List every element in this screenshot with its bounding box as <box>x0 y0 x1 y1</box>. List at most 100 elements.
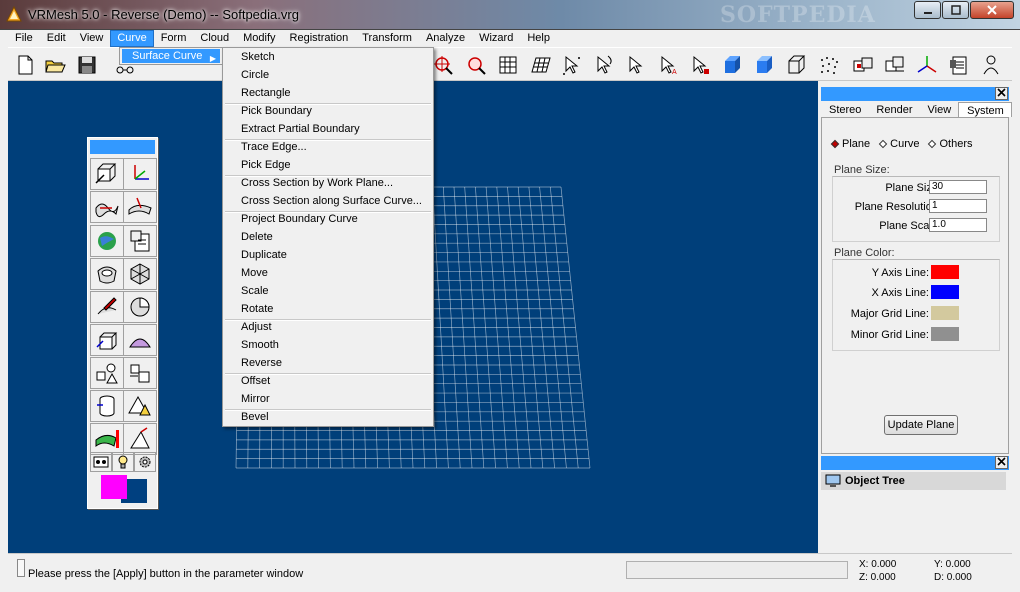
update-plane-button[interactable]: Update Plane <box>884 415 958 435</box>
radio-curve[interactable]: Curve <box>878 138 919 150</box>
menu-item-duplicate[interactable]: Duplicate <box>225 247 431 264</box>
tool-measure[interactable] <box>123 423 157 455</box>
menu-cloud[interactable]: Cloud <box>193 30 236 47</box>
settings-button[interactable] <box>946 52 972 78</box>
foreground-color-swatch[interactable] <box>101 475 127 499</box>
tool-small-a[interactable] <box>90 452 112 472</box>
select-lasso-button[interactable]: A <box>655 52 681 78</box>
radio-plane[interactable]: Plane <box>830 138 870 150</box>
minor-grid-color-swatch[interactable] <box>931 327 959 341</box>
plane-scale-input[interactable]: 1.0 <box>929 218 987 232</box>
tab-stereo[interactable]: Stereo <box>821 102 868 117</box>
menu-file[interactable]: File <box>8 30 40 47</box>
x-axis-color-swatch[interactable] <box>931 285 959 299</box>
menu-item-surface-curve[interactable]: Surface Curve ▶ <box>122 49 220 63</box>
menu-item-extract-partial-boundary[interactable]: Extract Partial Boundary <box>225 121 431 138</box>
tool-globe[interactable] <box>90 225 124 257</box>
menu-transform[interactable]: Transform <box>355 30 419 47</box>
tool-patch[interactable] <box>90 258 124 290</box>
tool-axis[interactable] <box>123 158 157 190</box>
object-tree-root[interactable]: Object Tree <box>821 472 1006 490</box>
select-curve-button[interactable] <box>591 52 617 78</box>
new-file-button[interactable] <box>12 52 38 78</box>
menu-item-rotate[interactable]: Rotate <box>225 301 431 318</box>
menu-item-adjust[interactable]: Adjust <box>225 319 431 336</box>
palette-title-bar[interactable] <box>90 140 155 154</box>
save-file-button[interactable] <box>74 52 100 78</box>
menu-item-trace-edge[interactable]: Trace Edge... <box>225 139 431 156</box>
panel-close-button[interactable] <box>995 87 1008 100</box>
menu-modify[interactable]: Modify <box>236 30 282 47</box>
tool-hexagon[interactable] <box>123 258 157 290</box>
menu-registration[interactable]: Registration <box>283 30 356 47</box>
menu-item-cross-section-along-surface-curve[interactable]: Cross Section along Surface Curve... <box>225 193 431 210</box>
menu-item-move[interactable]: Move <box>225 265 431 282</box>
menu-analyze[interactable]: Analyze <box>419 30 472 47</box>
point-cloud-button[interactable] <box>816 52 842 78</box>
menu-item-scale[interactable]: Scale <box>225 283 431 300</box>
menu-item-reverse[interactable]: Reverse <box>225 355 431 372</box>
tool-color-map[interactable] <box>90 423 124 455</box>
tool-cylinder[interactable] <box>90 390 124 422</box>
tool-pen-sketch[interactable] <box>90 291 124 323</box>
tool-mound[interactable] <box>123 324 157 356</box>
select-points-button[interactable] <box>559 52 585 78</box>
menu-view[interactable]: View <box>73 30 111 47</box>
menu-item-pick-boundary[interactable]: Pick Boundary <box>225 103 431 120</box>
plane-size-input[interactable]: 30 <box>929 180 987 194</box>
menu-item-smooth[interactable]: Smooth <box>225 337 431 354</box>
help-button[interactable] <box>978 52 1004 78</box>
object-tree-close-button[interactable] <box>995 456 1008 469</box>
perspective-grid-button[interactable] <box>528 52 554 78</box>
menu-wizard[interactable]: Wizard <box>472 30 520 47</box>
tool-move-view[interactable] <box>90 158 124 190</box>
maximize-button[interactable] <box>942 1 969 19</box>
plane-resolution-input[interactable]: 1 <box>929 199 987 213</box>
menu-help[interactable]: Help <box>520 30 557 47</box>
menu-item-project-boundary-curve[interactable]: Project Boundary Curve <box>225 211 431 228</box>
wire-cube-button[interactable] <box>784 52 810 78</box>
menu-edit[interactable]: Edit <box>40 30 73 47</box>
select-arrow-button[interactable] <box>623 52 649 78</box>
tab-system[interactable]: System <box>958 102 1012 117</box>
menu-item-bevel[interactable]: Bevel <box>225 409 431 426</box>
menu-curve[interactable]: Curve <box>110 30 154 47</box>
tab-view[interactable]: View <box>920 102 959 117</box>
menu-item-rectangle[interactable]: Rectangle <box>225 85 431 102</box>
menu-item-pick-edge[interactable]: Pick Edge <box>225 157 431 174</box>
object-view-button[interactable] <box>850 52 876 78</box>
minimize-button[interactable] <box>914 1 941 19</box>
tool-triangle[interactable] <box>123 390 157 422</box>
shaded-cube-button[interactable] <box>752 52 778 78</box>
solid-cube-button[interactable] <box>720 52 746 78</box>
transform-object-button[interactable] <box>882 52 908 78</box>
radio-others[interactable]: Others <box>928 138 973 150</box>
axis-button[interactable] <box>914 52 940 78</box>
tool-clipboard[interactable] <box>123 225 157 257</box>
grid-view-button[interactable] <box>495 52 521 78</box>
tool-surface-b[interactable] <box>123 191 157 223</box>
tool-small-c[interactable] <box>134 452 156 472</box>
tool-pie[interactable] <box>123 291 157 323</box>
object-tree-title-bar[interactable] <box>821 456 1009 470</box>
tab-render[interactable]: Render <box>868 102 919 117</box>
tool-primitives[interactable] <box>90 357 124 389</box>
tool-box-arrow[interactable] <box>90 324 124 356</box>
open-file-button[interactable] <box>42 52 68 78</box>
menu-item-mirror[interactable]: Mirror <box>225 391 431 408</box>
panel-title-bar[interactable] <box>821 87 1009 101</box>
y-axis-color-swatch[interactable] <box>931 265 959 279</box>
close-window-button[interactable] <box>970 1 1014 19</box>
menu-item-sketch[interactable]: Sketch <box>225 49 431 66</box>
select-area-button[interactable] <box>687 52 713 78</box>
menu-item-delete[interactable]: Delete <box>225 229 431 246</box>
menu-item-offset[interactable]: Offset <box>225 373 431 390</box>
tool-align[interactable] <box>123 357 157 389</box>
tool-small-b[interactable] <box>112 452 134 472</box>
zoom-window-button[interactable] <box>463 52 489 78</box>
major-grid-color-swatch[interactable] <box>931 306 959 320</box>
tool-surface-a[interactable] <box>90 191 124 223</box>
menu-item-cross-section-by-work-plane[interactable]: Cross Section by Work Plane... <box>225 175 431 192</box>
menu-item-circle[interactable]: Circle <box>225 67 431 84</box>
menu-form[interactable]: Form <box>154 30 194 47</box>
